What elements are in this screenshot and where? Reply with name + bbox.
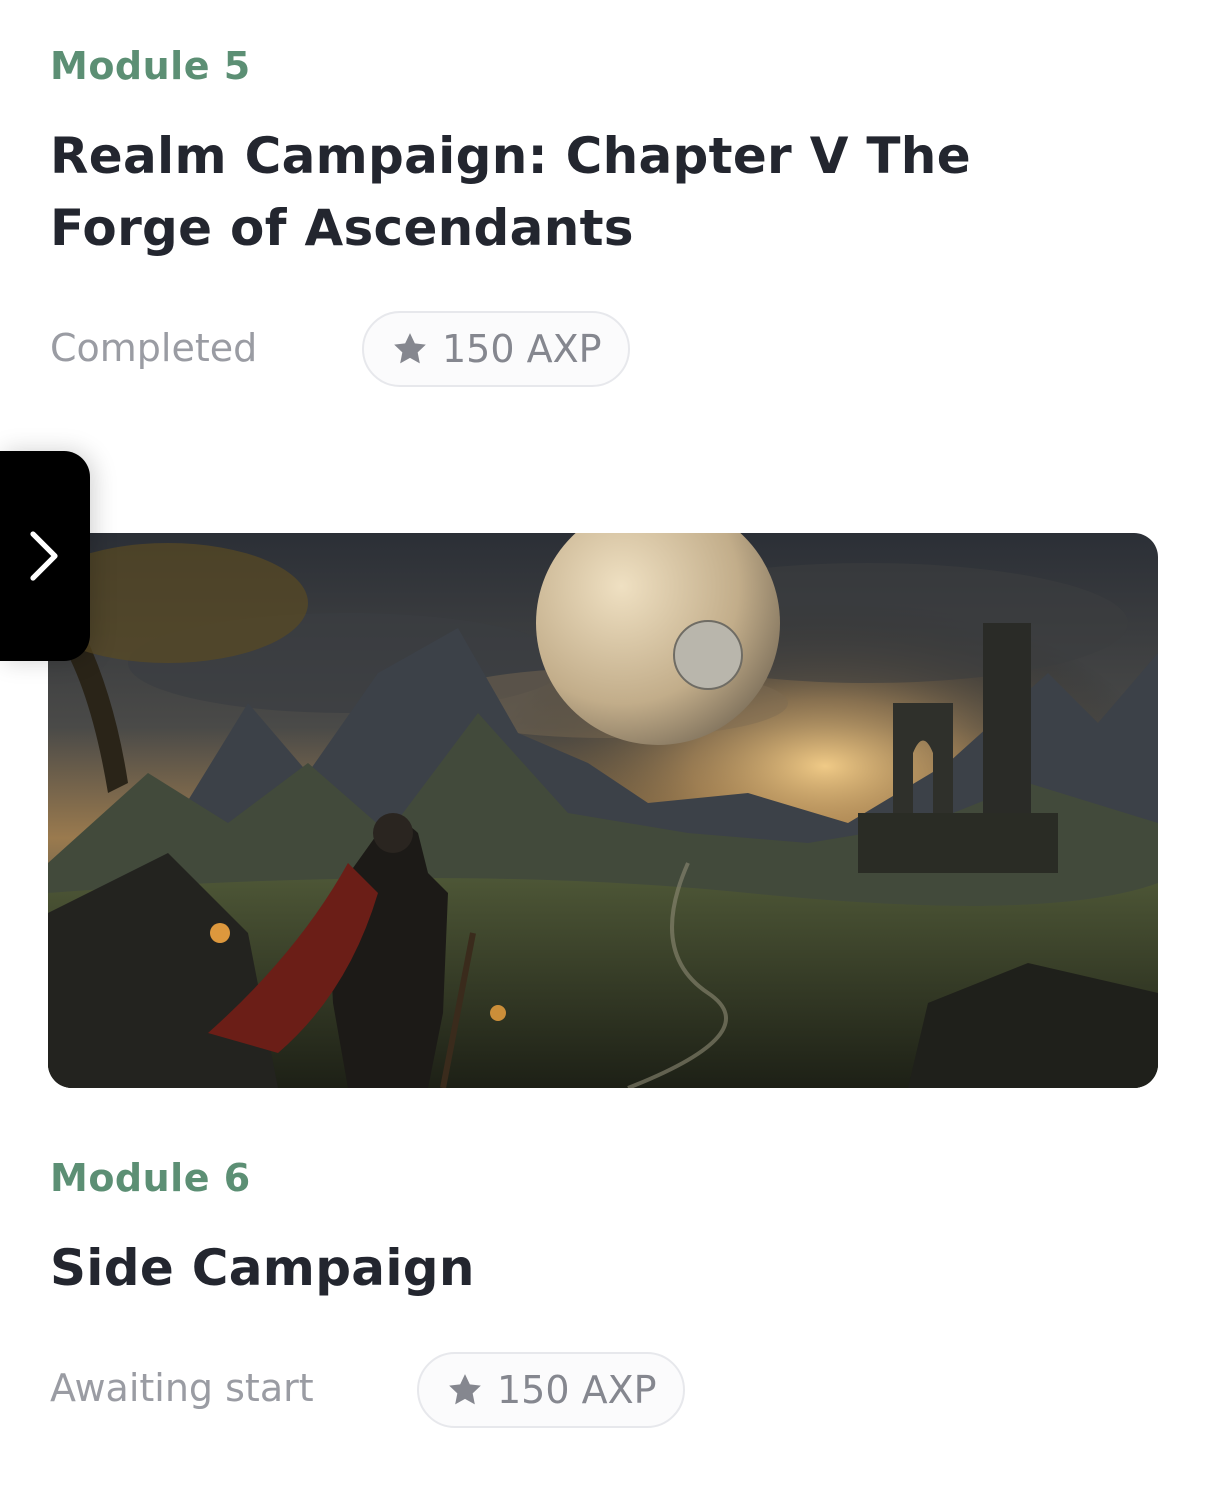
star-icon [390, 329, 430, 369]
module-5-status: Completed [50, 326, 258, 370]
module-list: Module 5 Realm Campaign: Chapter V The F… [0, 0, 1206, 1508]
module-6-reward-badge: 150 AXP [417, 1352, 685, 1428]
module-6-title[interactable]: Side Campaign [50, 1232, 1150, 1304]
module-6-cover-image[interactable] [48, 533, 1158, 1088]
module-6-reward-text: 150 AXP [497, 1368, 657, 1412]
module-5-label: Module 5 [50, 44, 251, 88]
module-5-reward-text: 150 AXP [442, 327, 602, 371]
module-6-label: Module 6 [50, 1156, 251, 1200]
side-panel-toggle-button[interactable] [0, 451, 90, 661]
module-5-reward-badge: 150 AXP [362, 311, 630, 387]
chevron-right-icon [25, 528, 65, 584]
star-icon [445, 1370, 485, 1410]
module-6-status: Awaiting start [50, 1366, 314, 1410]
module-5-title[interactable]: Realm Campaign: Chapter V The Forge of A… [50, 120, 1150, 264]
